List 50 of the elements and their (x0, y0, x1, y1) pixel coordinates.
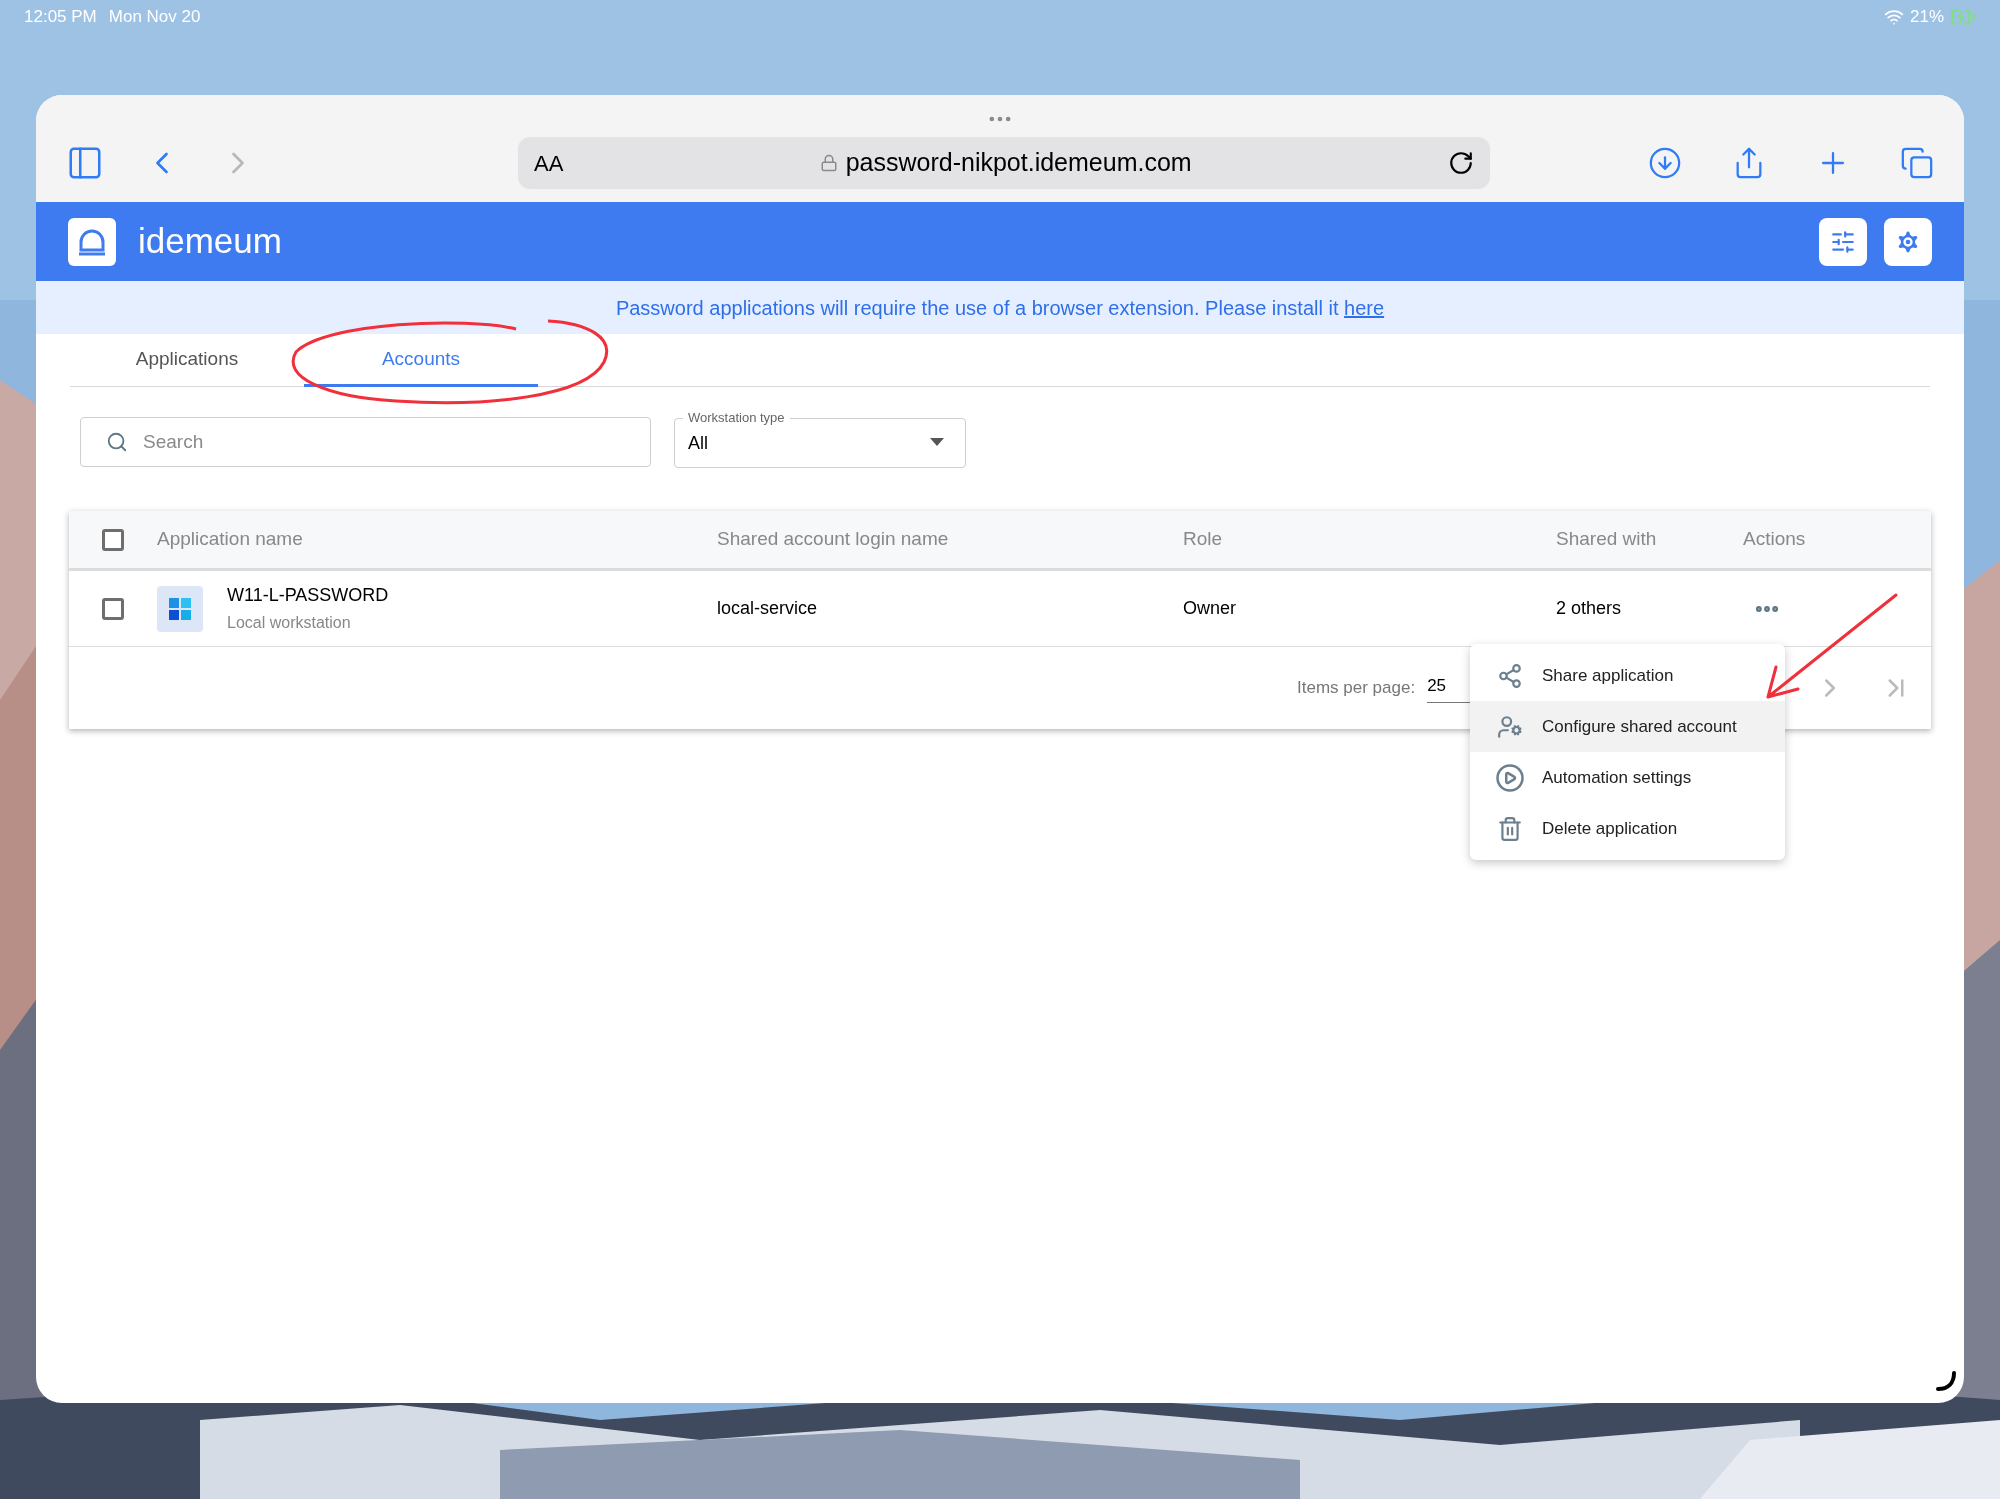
install-link[interactable]: here (1344, 296, 1385, 319)
column-header: Application name (157, 527, 304, 552)
sidebar-icon[interactable] (66, 144, 104, 182)
settings-button[interactable] (1884, 217, 1932, 266)
text-size-button[interactable]: AA (534, 146, 564, 180)
user-gear-icon (1497, 713, 1523, 740)
tabs-icon[interactable] (1900, 146, 1934, 180)
menu-item[interactable]: Share application (1470, 650, 1785, 701)
status-date: Mon Nov 20 (108, 6, 201, 29)
app-name: idemeum (138, 220, 282, 263)
menu-item[interactable]: Configure shared account (1470, 701, 1785, 752)
reload-icon[interactable] (1448, 150, 1474, 176)
menu-item[interactable]: Automation settings (1470, 752, 1785, 803)
resize-handle-icon[interactable] (1934, 1369, 1958, 1393)
table-cell-text: Owner (1183, 597, 1237, 620)
checkbox[interactable] (102, 597, 124, 620)
workstation-type-dropdown[interactable]: Workstation type All (674, 410, 966, 468)
address-bar[interactable]: AA password-nikpot.idemeum.com (518, 137, 1490, 189)
checkbox[interactable] (102, 528, 124, 551)
application-type: Local workstation (227, 613, 352, 633)
share-icon (1497, 662, 1523, 689)
play-circle-icon (1495, 762, 1525, 793)
trash-icon (1497, 815, 1523, 842)
sliders-icon (1830, 228, 1856, 255)
column-header: Actions (1743, 527, 1807, 552)
download-icon[interactable] (1648, 146, 1682, 180)
windows-logo-icon (157, 585, 203, 632)
filter-settings-button[interactable] (1819, 217, 1867, 266)
tab[interactable]: Applications (70, 334, 304, 387)
search-icon (106, 431, 128, 453)
lock-icon (819, 154, 838, 172)
search-field[interactable]: Search (80, 417, 651, 467)
logo-icon (68, 217, 116, 266)
column-header: Role (1183, 527, 1224, 552)
banner-text: Password applications will require the use of a browser extension. Please install it here (615, 295, 1385, 321)
dropdown-label: Workstation type (687, 410, 786, 426)
wifi-icon (1883, 7, 1904, 27)
application-name: W11-L-PASSWORD (227, 584, 389, 607)
dropdown-value: All (688, 432, 708, 455)
dropdown-caret-icon (930, 437, 944, 446)
column-header: Shared account login name (717, 527, 950, 552)
menu-item[interactable]: Delete application (1470, 803, 1785, 854)
battery-percentage: 21% (1909, 6, 1944, 29)
column-header: Shared with (1556, 527, 1658, 552)
table-cell-text: 2 others (1556, 597, 1623, 620)
status-time: 12:05 PM (24, 6, 97, 29)
items-per-page-label: Items per page: (1297, 677, 1416, 700)
tab[interactable]: Accounts (304, 334, 538, 387)
url-text: password-nikpot.idemeum.com (845, 147, 1192, 179)
table-cell-text: local-service (717, 597, 819, 620)
